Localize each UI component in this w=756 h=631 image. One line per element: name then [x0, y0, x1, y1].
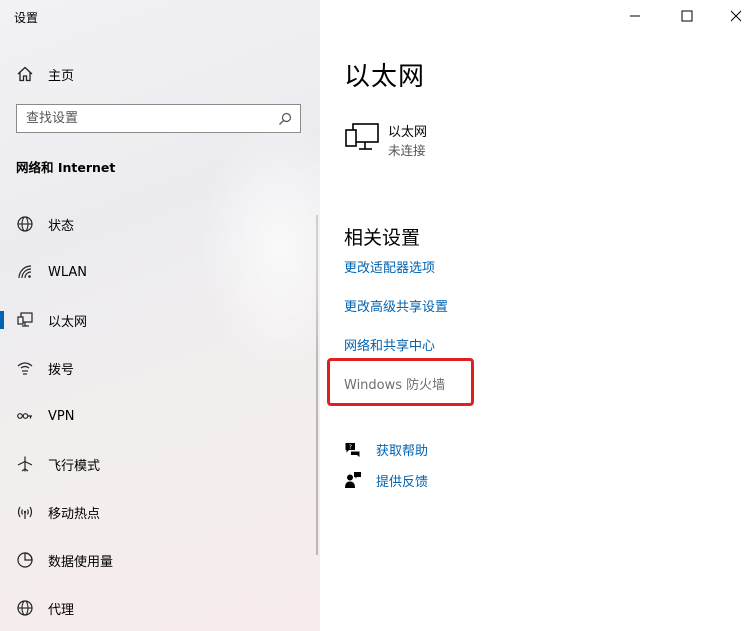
sidebar-item-label: 数据使用量: [48, 554, 114, 570]
search-icon[interactable]: [278, 112, 292, 126]
status-globe-icon: [17, 216, 33, 232]
main-panel: 以太网 以太网 未连接 相关设置 更改适配器选项 更改高级共享设置 网络和共享中…: [320, 0, 756, 631]
maximize-icon[interactable]: [676, 6, 698, 26]
give-feedback-row[interactable]: 提供反馈: [344, 469, 428, 491]
wlan-icon: [18, 265, 32, 279]
sidebar-item-label: 飞行模式: [48, 458, 101, 474]
sidebar-item-proxy[interactable]: 代理: [0, 584, 320, 631]
sidebar-item-label: 拨号: [48, 362, 75, 378]
sidebar-item-dialup[interactable]: 拨号: [0, 344, 320, 392]
feedback-icon: [345, 472, 361, 488]
sidebar-item-mobile-hotspot[interactable]: 移动热点: [0, 488, 320, 536]
minimize-icon[interactable]: [624, 6, 646, 26]
hotspot-icon: [17, 506, 33, 519]
sidebar: 设置 主页 网络和 Internet 状态: [0, 0, 320, 631]
close-icon[interactable]: [725, 6, 747, 26]
adapter-status: 未连接: [388, 143, 426, 158]
sidebar-item-label: WLAN: [48, 264, 88, 280]
sidebar-item-label: VPN: [48, 408, 75, 424]
sidebar-item-label: 移动热点: [48, 506, 101, 522]
search-box[interactable]: [16, 104, 301, 133]
help-chat-icon: ?: [345, 443, 360, 457]
give-feedback-label: 提供反馈: [376, 474, 429, 490]
sidebar-scrollbar[interactable]: [316, 215, 318, 555]
sidebar-item-ethernet[interactable]: 以太网: [0, 296, 320, 344]
svg-text:?: ?: [349, 443, 352, 451]
network-sharing-center-link[interactable]: 网络和共享中心: [344, 335, 435, 354]
sidebar-item-vpn[interactable]: VPN: [0, 392, 320, 440]
get-help-label: 获取帮助: [376, 443, 429, 459]
dialup-icon: [17, 362, 33, 375]
change-adapter-options-link[interactable]: 更改适配器选项: [344, 257, 435, 276]
sidebar-item-label: 代理: [48, 602, 75, 618]
vpn-icon: [17, 413, 32, 419]
adapter-name[interactable]: 以太网: [388, 121, 427, 140]
ethernet-icon: [17, 312, 33, 327]
section-title: 网络和 Internet: [16, 160, 116, 175]
data-usage-icon: [17, 552, 33, 568]
related-settings-title: 相关设置: [344, 227, 421, 249]
sidebar-item-data-usage[interactable]: 数据使用量: [0, 536, 320, 584]
sidebar-item-label: 状态: [48, 218, 75, 234]
app-title: 设置: [14, 11, 39, 25]
home-nav-item[interactable]: 主页: [16, 63, 74, 85]
sidebar-item-label: 以太网: [48, 314, 88, 330]
airplane-icon: [17, 456, 33, 472]
proxy-globe-icon: [17, 600, 33, 616]
advanced-sharing-settings-link[interactable]: 更改高级共享设置: [344, 296, 448, 315]
selected-indicator: [0, 311, 4, 329]
home-icon: [17, 66, 33, 82]
sidebar-item-status[interactable]: 状态: [0, 200, 320, 248]
ethernet-adapter-icon[interactable]: [344, 122, 380, 152]
sidebar-item-airplane-mode[interactable]: 飞行模式: [0, 440, 320, 488]
highlight-box: [327, 358, 474, 406]
nav-list: 状态 WLAN 以太网 拨号 VPN 飞行模式 移动热点 数据使用量 代理: [0, 200, 320, 631]
sidebar-item-wlan[interactable]: WLAN: [0, 248, 320, 296]
home-label: 主页: [48, 68, 75, 84]
search-input[interactable]: [17, 106, 278, 131]
get-help-row[interactable]: ? 获取帮助: [344, 438, 428, 460]
page-title: 以太网: [344, 62, 426, 92]
